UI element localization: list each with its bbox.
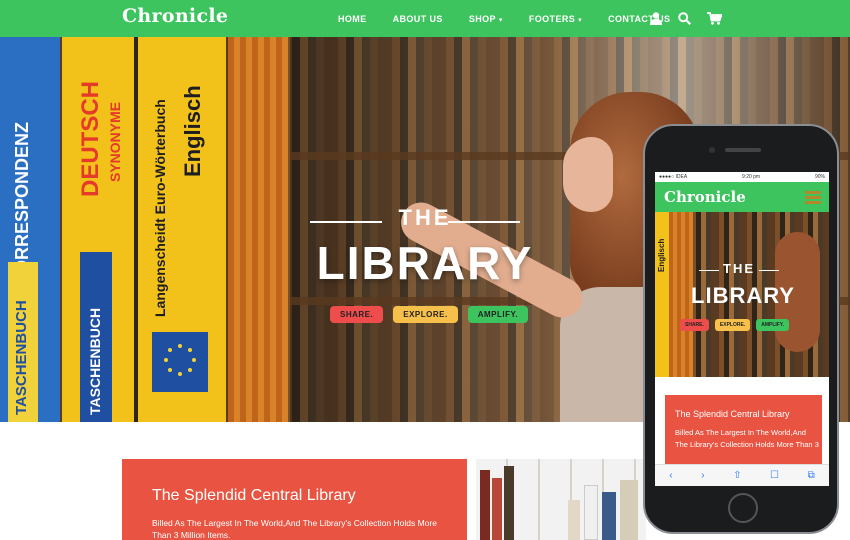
mobile-hero-title-large: LIBRARY	[691, 283, 795, 308]
feature-card-body: Billed As The Largest In The World,And T…	[152, 518, 437, 540]
book-spine-text: TASCHENBUCH	[87, 307, 103, 415]
mobile-hero: Englisch THE LIBRARY SHARE. EXPLORE. AMP…	[655, 212, 829, 377]
nav-about-us[interactable]: ABOUT US	[393, 14, 443, 24]
mobile-brand-logo[interactable]: Chronicle	[664, 188, 746, 206]
decorative-line	[310, 221, 382, 223]
nav-icons	[650, 0, 722, 37]
tag-share[interactable]: SHARE.	[330, 306, 384, 323]
mobile-card-body: Billed As The Largest In The World,And T…	[675, 428, 819, 449]
chevron-down-icon: ▾	[578, 16, 583, 24]
mobile-book-spine-text: Englisch	[657, 238, 666, 272]
hero-title-large: LIBRARY	[316, 237, 534, 289]
bookshelf-photo	[476, 459, 646, 540]
shelf-book	[602, 492, 616, 540]
shelf-book	[620, 480, 638, 540]
nav-footers[interactable]: FOOTERS ▾	[529, 14, 582, 24]
nav-shop[interactable]: SHOP ▾	[469, 14, 503, 24]
book-spine-wood	[228, 37, 288, 422]
hero-title-small: THE	[398, 205, 452, 230]
hero-title-small-row: THE	[310, 202, 540, 234]
mobile-tag-amplify[interactable]: AMPLIFY.	[756, 319, 789, 331]
shelf-book	[584, 485, 598, 540]
nav-shop-label: SHOP	[468, 13, 496, 24]
shelf-book	[568, 500, 580, 540]
mobile-tag-explore[interactable]: EXPLORE.	[714, 319, 751, 331]
phone-camera	[709, 147, 715, 153]
phone-screen: ●●●●○ IDEA 9:20 pm 90% Chronicle Englisc…	[655, 172, 829, 486]
browser-toolbar: ‹ › ⇧ ☐ ⧉	[655, 464, 829, 486]
mobile-tag-share[interactable]: SHARE.	[680, 319, 709, 331]
mobile-title-small-row: THE	[699, 260, 779, 276]
book-spine-text: SYNONYME	[107, 101, 123, 182]
chevron-down-icon: ▾	[498, 16, 503, 24]
phone-speaker	[725, 148, 761, 152]
mobile-navbar: Chronicle	[655, 182, 829, 212]
user-icon[interactable]	[650, 12, 662, 25]
mobile-hero-tags: SHARE. EXPLORE. AMPLIFY.	[680, 319, 789, 331]
person-face	[563, 137, 613, 212]
bookmarks-icon[interactable]: ☐	[770, 470, 779, 481]
decorative-line	[448, 221, 520, 223]
phone-home-button	[728, 493, 758, 523]
shelf-book	[480, 470, 490, 540]
tag-amplify[interactable]: AMPLIFY.	[467, 306, 529, 323]
shelf-book	[492, 478, 502, 540]
back-icon[interactable]: ‹	[669, 470, 672, 481]
book-spine-text: DEUTSCH	[77, 80, 104, 197]
tag-explore[interactable]: EXPLORE.	[393, 306, 458, 323]
decorative-line	[759, 270, 779, 271]
main-nav: HOME ABOUT US SHOP ▾ FOOTERS ▾ CONTACT US	[338, 0, 696, 37]
status-time: 9:20 pm	[742, 174, 761, 180]
eu-flag-emblem	[152, 332, 208, 392]
nav-home[interactable]: HOME	[338, 14, 367, 24]
brand-logo[interactable]: Chronicle	[122, 5, 228, 27]
hero-title: THE LIBRARY	[310, 202, 540, 292]
mobile-hero-title-small: THE	[723, 261, 755, 276]
book-spine-yellow: DEUTSCH SYNONYME TASCHENBUCH	[62, 37, 134, 422]
nav-footers-label: FOOTERS	[528, 13, 576, 24]
shelf-book	[504, 466, 514, 540]
phone-status-bar: ●●●●○ IDEA 9:20 pm 90%	[655, 172, 829, 182]
book-spine-text: Englisch	[180, 85, 205, 177]
decorative-line	[699, 270, 719, 271]
status-carrier: ●●●●○ IDEA	[659, 174, 688, 180]
book-spine-blue: KORRESPONDENZ TASCHENBUCH	[0, 37, 60, 422]
book-spine-langenscheidt: Langenscheidt Euro-Wörterbuch Englisch	[138, 37, 226, 422]
status-battery: 90%	[814, 174, 825, 180]
book-spine-text: TASCHENBUCH	[13, 300, 30, 415]
hero-tags: SHARE. EXPLORE. AMPLIFY.	[330, 306, 529, 323]
search-icon[interactable]	[678, 12, 691, 25]
top-navbar: Chronicle HOME ABOUT US SHOP ▾ FOOTERS ▾ C…	[0, 0, 850, 37]
hamburger-menu-icon[interactable]	[805, 191, 821, 206]
forward-icon[interactable]: ›	[701, 470, 704, 481]
book-spine-text: Langenscheidt Euro-Wörterbuch	[152, 99, 168, 317]
mobile-book-spine: Englisch	[655, 212, 669, 377]
phone-mockup: ●●●●○ IDEA 9:20 pm 90% Chronicle Englisc…	[643, 124, 839, 534]
feature-card-heading: The Splendid Central Library	[152, 487, 356, 504]
cart-icon[interactable]	[707, 12, 722, 25]
share-icon[interactable]: ⇧	[733, 470, 741, 481]
tabs-icon[interactable]: ⧉	[808, 470, 815, 481]
feature-card: The Splendid Central Library Billed As T…	[122, 459, 467, 540]
mobile-card-heading: The Splendid Central Library	[675, 409, 790, 419]
